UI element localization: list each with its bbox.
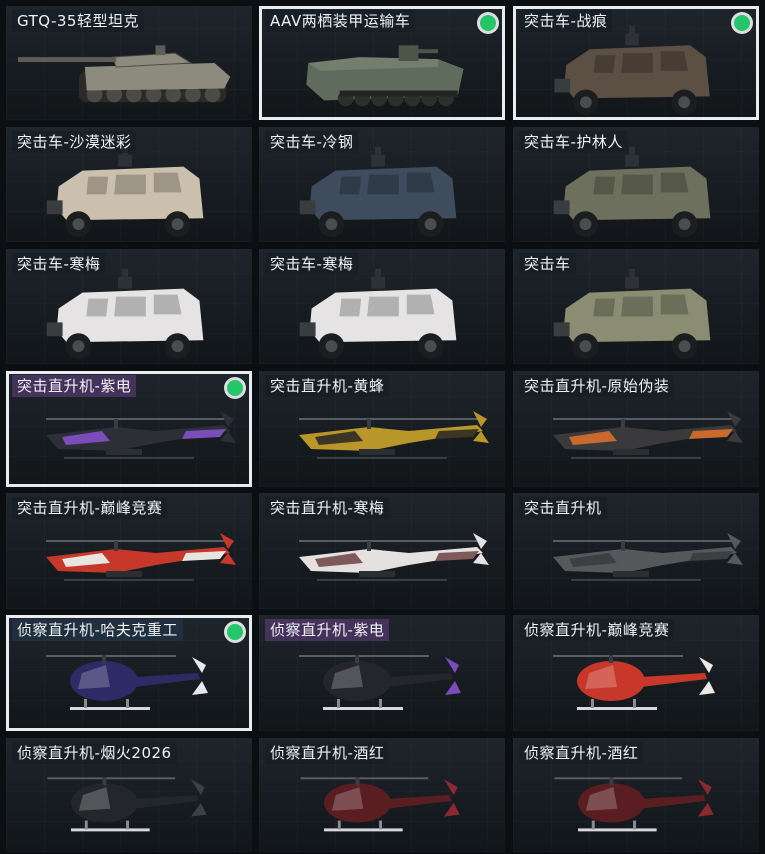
vehicle-card-truck[interactable]: 突击车-战痕 <box>513 6 759 120</box>
vehicle-name: 侦察直升机-巅峰竞赛 <box>519 619 675 641</box>
vehicle-name: AAV两栖装甲运输车 <box>265 10 416 32</box>
vehicle-name: 侦察直升机-酒红 <box>265 742 390 764</box>
vehicle-card-scout[interactable]: 侦察直升机-紫电 <box>259 615 505 731</box>
vehicle-card-scout[interactable]: 侦察直升机-烟火2026 <box>6 738 252 852</box>
vehicle-name: 突击直升机-原始伪装 <box>519 375 675 397</box>
vehicle-name: 突击直升机-黄蜂 <box>265 375 390 397</box>
vehicle-grid: GTQ-35轻型坦克 AAV两栖装甲运输车 突击车-战痕 突击车-沙漠迷彩 突击… <box>0 0 765 854</box>
vehicle-card-scout[interactable]: 侦察直升机-哈夫克重工 <box>6 615 252 731</box>
equipped-check-icon <box>227 380 243 396</box>
vehicle-name: 突击直升机-寒梅 <box>265 497 390 519</box>
vehicle-card-heli[interactable]: 突击直升机 <box>513 493 759 609</box>
vehicle-card-scout[interactable]: 侦察直升机-巅峰竞赛 <box>513 615 759 731</box>
vehicle-name: 突击直升机-巅峰竞赛 <box>12 497 168 519</box>
vehicle-name: 侦察直升机-烟火2026 <box>12 742 177 764</box>
vehicle-name: 突击直升机-紫电 <box>12 375 137 397</box>
vehicle-card-heli[interactable]: 突击直升机-巅峰竞赛 <box>6 493 252 609</box>
vehicle-name: 突击车-护林人 <box>519 131 628 153</box>
equipped-check-icon <box>227 624 243 640</box>
vehicle-card-scout[interactable]: 侦察直升机-酒红 <box>513 738 759 852</box>
vehicle-name: 突击车-战痕 <box>519 10 613 32</box>
vehicle-card-heli[interactable]: 突击直升机-黄蜂 <box>259 371 505 487</box>
vehicle-card-scout[interactable]: 侦察直升机-酒红 <box>259 738 505 852</box>
vehicle-name: 突击车-寒梅 <box>265 253 359 275</box>
vehicle-name: GTQ-35轻型坦克 <box>12 10 144 32</box>
vehicle-name: 突击车-沙漠迷彩 <box>12 131 137 153</box>
vehicle-name: 突击直升机 <box>519 497 607 519</box>
vehicle-card-heli[interactable]: 突击直升机-寒梅 <box>259 493 505 609</box>
vehicle-name: 侦察直升机-酒红 <box>519 742 644 764</box>
equipped-check-icon <box>480 15 496 31</box>
vehicle-card-aav[interactable]: AAV两栖装甲运输车 <box>259 6 505 120</box>
vehicle-name: 突击车 <box>519 253 576 275</box>
vehicle-card-truck[interactable]: 突击车-冷钢 <box>259 127 505 242</box>
vehicle-card-heli[interactable]: 突击直升机-原始伪装 <box>513 371 759 487</box>
vehicle-name: 侦察直升机-紫电 <box>265 619 390 641</box>
vehicle-card-truck[interactable]: 突击车 <box>513 249 759 364</box>
vehicle-name: 突击车-冷钢 <box>265 131 359 153</box>
vehicle-name: 突击车-寒梅 <box>12 253 106 275</box>
vehicle-card-tank[interactable]: GTQ-35轻型坦克 <box>6 6 252 120</box>
vehicle-card-truck[interactable]: 突击车-护林人 <box>513 127 759 242</box>
vehicle-card-truck[interactable]: 突击车-沙漠迷彩 <box>6 127 252 242</box>
equipped-check-icon <box>734 15 750 31</box>
vehicle-card-truck[interactable]: 突击车-寒梅 <box>259 249 505 364</box>
vehicle-card-truck[interactable]: 突击车-寒梅 <box>6 249 252 364</box>
vehicle-name: 侦察直升机-哈夫克重工 <box>12 619 183 641</box>
vehicle-card-heli[interactable]: 突击直升机-紫电 <box>6 371 252 487</box>
